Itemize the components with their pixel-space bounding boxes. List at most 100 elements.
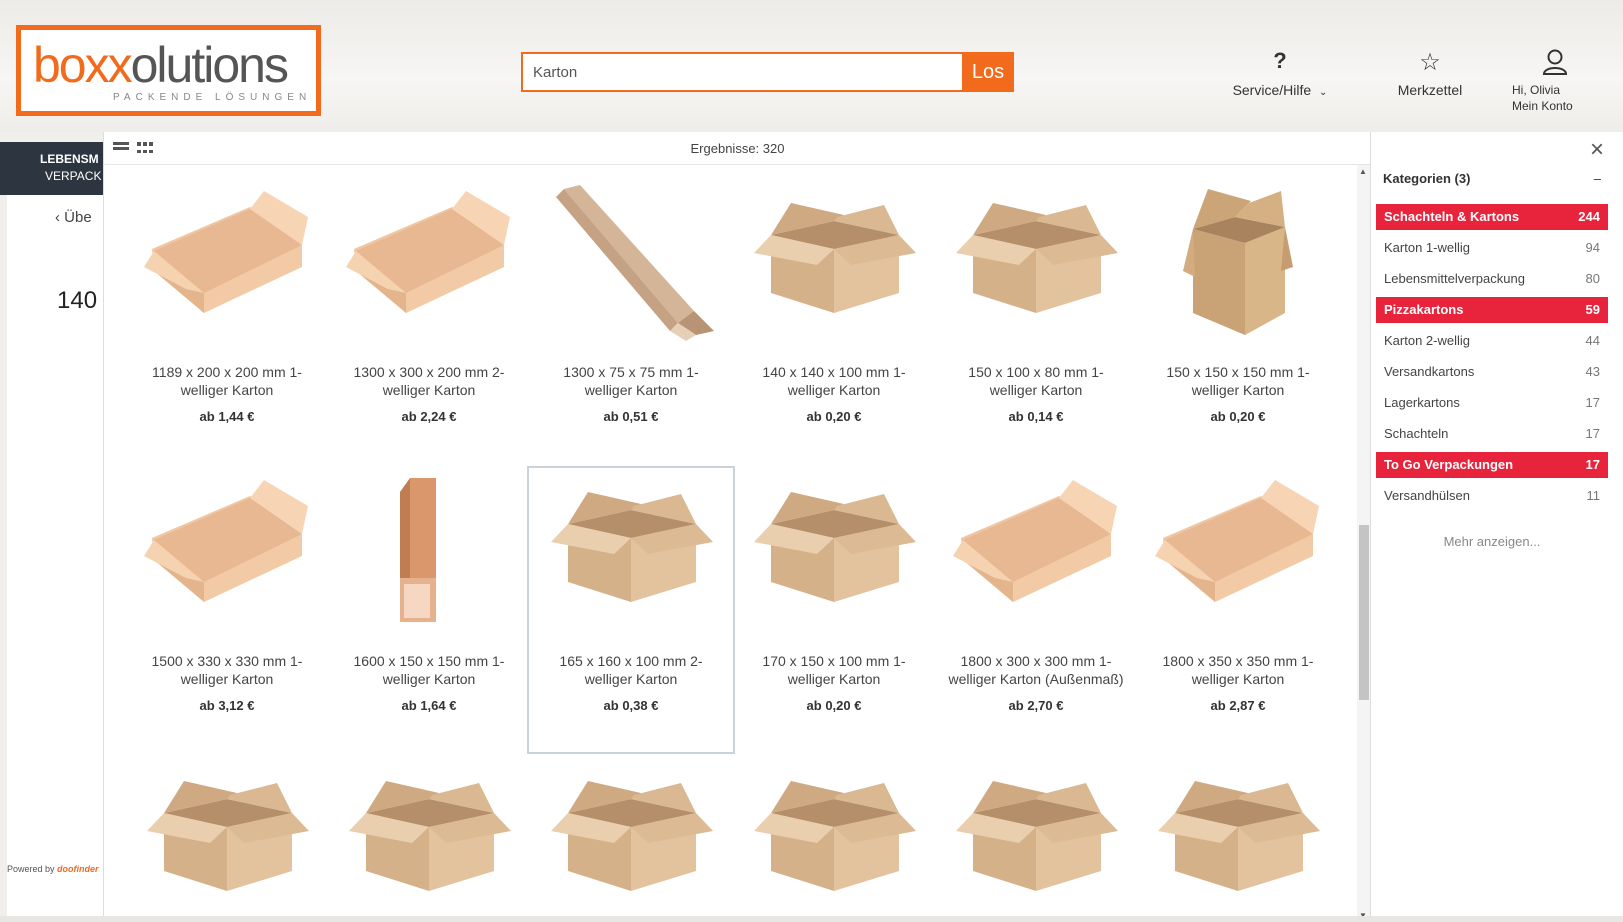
product-image[interactable]	[344, 185, 514, 345]
back-link-label: Übe	[64, 209, 92, 226]
product-price: ab 1,44 €	[199, 409, 255, 424]
product-name[interactable]: 1500 x 330 x 330 mm 1-welliger Karton	[123, 652, 331, 688]
product-image[interactable]	[951, 474, 1121, 634]
search-input[interactable]	[521, 52, 963, 92]
star-icon: ☆	[1419, 49, 1441, 76]
scroll-up-icon[interactable]: ▲	[1359, 167, 1367, 176]
category-label: Karton 2-wellig	[1384, 333, 1470, 348]
chevron-down-icon: ⌄	[1319, 87, 1328, 98]
product-image[interactable]	[142, 763, 312, 922]
category-filter-item[interactable]: Schachteln 17	[1376, 421, 1608, 447]
product-card[interactable]: 1500 x 330 x 330 mm 1-welliger Karton ab …	[123, 474, 331, 713]
product-image[interactable]	[749, 763, 919, 922]
category-nav[interactable]: LEBENSM VERPACK	[0, 142, 104, 195]
collapse-icon[interactable]: –	[1594, 171, 1601, 186]
scrollbar[interactable]: ▲ ▼	[1357, 165, 1371, 922]
close-icon[interactable]: ×	[1590, 136, 1604, 164]
product-price: ab 0,14 €	[1008, 409, 1064, 424]
product-image[interactable]	[142, 185, 312, 345]
product-card[interactable]: 1300 x 300 x 200 mm 2-welliger Karton ab …	[325, 185, 533, 424]
back-link[interactable]: ‹ Übe	[55, 209, 92, 226]
category-label: Karton 1-wellig	[1384, 240, 1470, 255]
product-card[interactable]: 1189 x 200 x 200 mm 1-welliger Karton ab …	[123, 185, 331, 424]
product-name[interactable]: 1300 x 300 x 200 mm 2-welliger Karton	[325, 363, 533, 399]
category-label: Pizzakartons	[1384, 302, 1464, 317]
product-image[interactable]	[749, 185, 919, 345]
product-card[interactable]: 170 x 150 x 100 mm 1-welliger Karton ab 0…	[730, 474, 938, 713]
wishlist-link[interactable]: ☆ Merkzettel	[1380, 48, 1480, 98]
category-filter-item[interactable]: Karton 2-wellig 44	[1376, 328, 1608, 354]
product-card[interactable]: 1600 x 150 x 150 mm 1-welliger Karton ab …	[325, 474, 533, 713]
product-name[interactable]: 150 x 150 x 150 mm 1-welliger Karton	[1134, 363, 1342, 399]
product-image[interactable]	[344, 763, 514, 922]
product-image[interactable]	[1153, 763, 1323, 922]
product-card[interactable]: 1300 x 75 x 75 mm 1-welliger Karton ab 0,…	[527, 185, 735, 424]
product-card[interactable]: 150 x 150 x 150 mm 1-welliger Karton ab 0…	[1134, 185, 1342, 424]
category-filter-item[interactable]: Schachteln & Kartons 244	[1376, 204, 1608, 230]
page-footer-strip	[0, 916, 1623, 922]
product-card[interactable]: 165 x 160 x 100 mm 2-welliger Karton ab 0…	[527, 466, 735, 754]
service-menu[interactable]: ? Service/Hilfe ⌄	[1225, 48, 1335, 98]
account-link[interactable]: Hi, Olivia Mein Konto	[1512, 48, 1598, 114]
category-count: 80	[1585, 271, 1600, 286]
category-filter-item[interactable]: Lebensmittelverpackung 80	[1376, 266, 1608, 292]
category-filter-item[interactable]: Pizzakartons 59	[1376, 297, 1608, 323]
scrollbar-thumb[interactable]	[1359, 525, 1369, 700]
nav-item-line1: LEBENSM	[40, 152, 99, 166]
product-image[interactable]	[749, 474, 919, 634]
category-count: 43	[1585, 364, 1600, 379]
product-card[interactable]: 1800 x 300 x 300 mm 1-welliger Karton (A…	[932, 474, 1140, 713]
product-card[interactable]: 150 x 100 x 80 mm 1-welliger Karton ab 0,…	[932, 185, 1140, 424]
product-card[interactable]	[932, 763, 1140, 922]
category-label: Versandhülsen	[1384, 488, 1471, 503]
product-price: ab 2,87 €	[1210, 698, 1266, 713]
product-name[interactable]: 1800 x 350 x 350 mm 1-welliger Karton	[1134, 652, 1342, 688]
category-count: 59	[1585, 302, 1600, 317]
product-card[interactable]	[730, 763, 938, 922]
search-results-panel: Ergebnisse: 320 1189 x 200 x 200 mm 1-we…	[103, 132, 1371, 922]
category-label: Lebensmittelverpackung	[1384, 271, 1525, 286]
product-image[interactable]	[546, 185, 716, 345]
product-card[interactable]: 1800 x 350 x 350 mm 1-welliger Karton ab …	[1134, 474, 1342, 713]
product-image[interactable]	[142, 474, 312, 634]
product-name[interactable]: 150 x 100 x 80 mm 1-welliger Karton	[932, 363, 1140, 399]
logo-tagline: PACKENDE LÖSUNGEN	[113, 92, 312, 103]
product-name[interactable]: 1189 x 200 x 200 mm 1-welliger Karton	[123, 363, 331, 399]
category-filter-item[interactable]: Lagerkartons 17	[1376, 390, 1608, 416]
product-image[interactable]	[546, 763, 716, 922]
product-price: ab 0,20 €	[806, 698, 862, 713]
category-filter-item[interactable]: To Go Verpackungen 17	[1376, 452, 1608, 478]
powered-by[interactable]: Powered by doofinder	[7, 864, 99, 874]
product-card[interactable]	[527, 763, 735, 922]
product-card[interactable]	[1134, 763, 1342, 922]
product-name[interactable]: 1600 x 150 x 150 mm 1-welliger Karton	[325, 652, 533, 688]
product-image[interactable]	[546, 474, 716, 634]
category-count: 44	[1585, 333, 1600, 348]
chevron-left-icon: ‹	[55, 209, 65, 226]
product-name[interactable]: 170 x 150 x 100 mm 1-welliger Karton	[730, 652, 938, 688]
category-filter-item[interactable]: Versandkartons 43	[1376, 359, 1608, 385]
product-name[interactable]: 140 x 140 x 100 mm 1-welliger Karton	[730, 363, 938, 399]
product-name[interactable]: 1800 x 300 x 300 mm 1-welliger Karton (A…	[932, 652, 1140, 688]
boxolutions-logo[interactable]: boxxolutions PACKENDE LÖSUNGEN	[16, 25, 321, 116]
product-price: ab 2,24 €	[401, 409, 457, 424]
product-image[interactable]	[1153, 474, 1323, 634]
category-filter-item[interactable]: Karton 1-wellig 94	[1376, 235, 1608, 261]
show-more-link[interactable]: Mehr anzeigen...	[1376, 534, 1608, 549]
product-image[interactable]	[344, 474, 514, 634]
category-filter-heading[interactable]: Kategorien (3) –	[1383, 171, 1601, 186]
account-label: Mein Konto	[1512, 99, 1573, 113]
product-card[interactable]	[325, 763, 533, 922]
service-label: Service/Hilfe	[1232, 82, 1312, 98]
product-image[interactable]	[951, 185, 1121, 345]
product-card[interactable]: 140 x 140 x 100 mm 1-welliger Karton ab 0…	[730, 185, 938, 424]
product-card[interactable]	[123, 763, 331, 922]
product-name[interactable]: 165 x 160 x 100 mm 2-welliger Karton	[529, 652, 733, 688]
product-image[interactable]	[951, 763, 1121, 922]
product-name[interactable]: 1300 x 75 x 75 mm 1-welliger Karton	[527, 363, 735, 399]
category-count: 244	[1578, 209, 1600, 224]
product-image[interactable]	[1153, 185, 1323, 345]
search-button[interactable]: Los	[962, 52, 1014, 92]
category-list: Schachteln & Kartons 244 Karton 1-wellig 94…	[1376, 204, 1608, 514]
category-filter-item[interactable]: Versandhülsen 11	[1376, 483, 1608, 509]
